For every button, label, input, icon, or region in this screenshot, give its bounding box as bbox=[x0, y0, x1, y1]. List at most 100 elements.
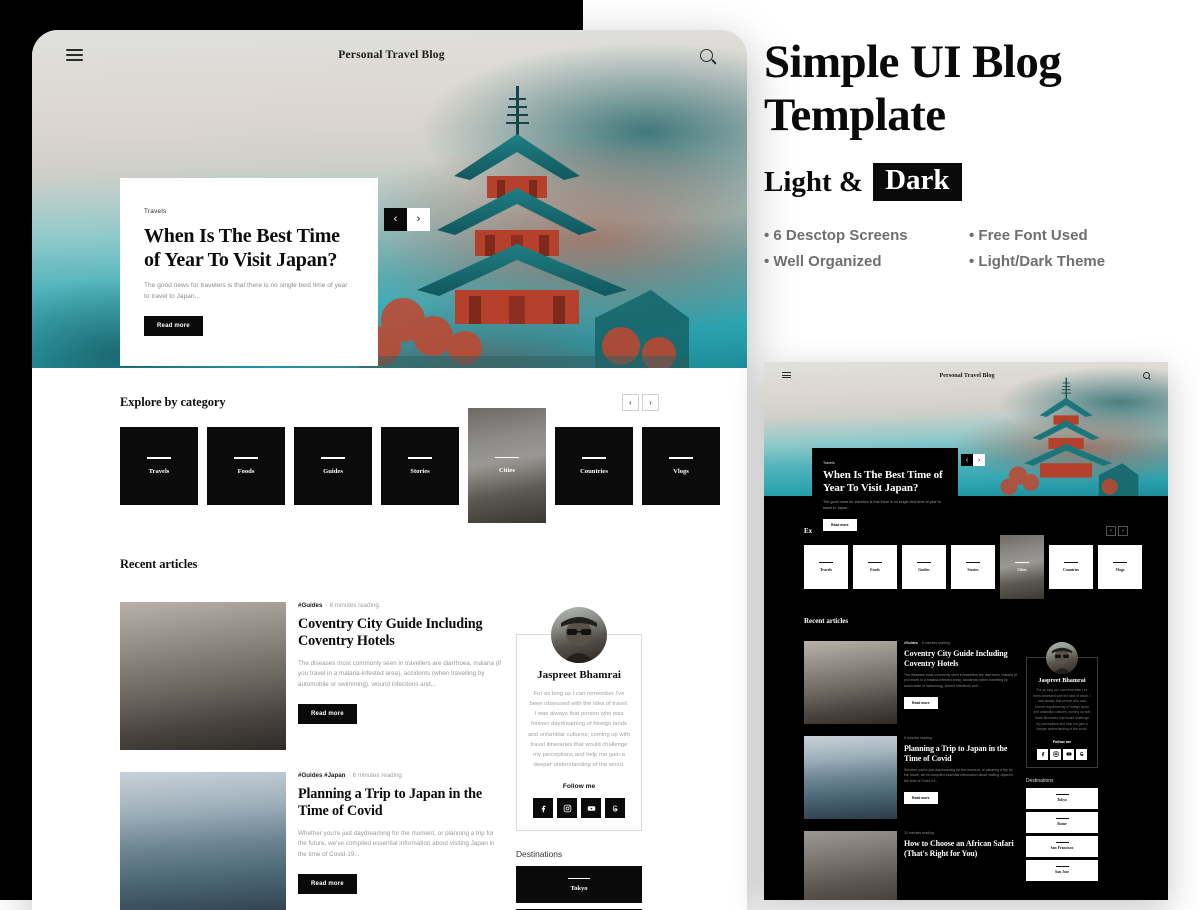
category-prev-button[interactable]: ‹ bbox=[622, 394, 639, 411]
dark-category-list: Travels Foods Guides Stories Cities Coun… bbox=[804, 545, 1128, 599]
category-tile-vlogs[interactable]: Vlogs bbox=[642, 427, 720, 505]
category-label: Guides bbox=[323, 468, 343, 475]
follow-me-label: Follow me bbox=[1033, 740, 1091, 744]
hero-next-button[interactable]: › bbox=[407, 208, 430, 231]
category-header: Explore by category ‹ › bbox=[120, 394, 659, 411]
category-arrows: ‹ › bbox=[1106, 526, 1128, 536]
hero-section: Personal Travel Blog bbox=[32, 30, 747, 368]
category-next-button[interactable]: › bbox=[642, 394, 659, 411]
tile-divider bbox=[568, 878, 590, 880]
hero-prev-button[interactable]: ‹ bbox=[384, 208, 407, 231]
article-read-more-button[interactable]: Read more bbox=[298, 874, 357, 894]
article-description: The diseases most commonly seen in trave… bbox=[904, 673, 1018, 690]
search-icon[interactable] bbox=[700, 49, 713, 62]
category-tile-guides[interactable]: Guides bbox=[902, 545, 946, 589]
threads-icon[interactable] bbox=[1076, 749, 1087, 760]
category-list: Travels Foods Guides Stories Cities Coun… bbox=[120, 427, 659, 523]
article-reading-time: 6 minutes reading bbox=[353, 772, 402, 779]
category-tile-stories[interactable]: Stories bbox=[951, 545, 995, 589]
article-title: Coventry City Guide Including Coventry H… bbox=[298, 616, 502, 651]
hamburger-icon[interactable] bbox=[782, 370, 791, 380]
article-row[interactable]: #Guides · 8 minutes reading Coventry Cit… bbox=[804, 641, 1018, 724]
hero-read-more-button[interactable]: Read more bbox=[823, 519, 857, 531]
dark-theme-mockup: Personal Travel Blog Travels When Is Th bbox=[764, 362, 1168, 900]
destination-label: Tokyo bbox=[570, 885, 587, 892]
destinations-heading: Destinations bbox=[516, 849, 642, 859]
promo-title: Simple UI Blog Template bbox=[764, 36, 1184, 141]
category-next-button[interactable]: › bbox=[1118, 526, 1128, 536]
search-icon[interactable] bbox=[1143, 372, 1150, 379]
article-row[interactable]: 6 minutes reading Planning a Trip to Jap… bbox=[804, 736, 1018, 819]
social-links bbox=[528, 798, 630, 818]
category-tile-countries[interactable]: Countries bbox=[1049, 545, 1093, 589]
category-label: Vlogs bbox=[1115, 568, 1124, 572]
articles-heading: Recent articles bbox=[804, 617, 1128, 625]
destination-item-tokyo[interactable]: Tokyo bbox=[1026, 788, 1098, 809]
tile-divider bbox=[669, 457, 693, 459]
dark-sidebar: Jaspreet Bhamrai For as long as I can re… bbox=[1026, 641, 1098, 900]
article-title: Planning a Trip to Japan in the Time of … bbox=[904, 744, 1018, 764]
hero-eyebrow: Travels bbox=[823, 461, 947, 465]
category-tile-cities[interactable]: Cities bbox=[468, 408, 546, 523]
article-read-more-button[interactable]: Read more bbox=[298, 704, 357, 724]
youtube-icon[interactable] bbox=[1063, 749, 1074, 760]
category-tile-countries[interactable]: Countries bbox=[555, 427, 633, 505]
site-header: Personal Travel Blog bbox=[32, 30, 747, 80]
hero-read-more-button[interactable]: Read more bbox=[144, 316, 203, 336]
category-tile-foods[interactable]: Foods bbox=[207, 427, 285, 505]
category-tile-travels[interactable]: Travels bbox=[804, 545, 848, 589]
tile-divider bbox=[321, 457, 345, 459]
article-meta: #Guides · 8 minutes reading bbox=[298, 602, 502, 609]
category-label: Cities bbox=[1017, 568, 1026, 572]
facebook-icon[interactable] bbox=[1037, 749, 1048, 760]
article-meta: 6 minutes reading bbox=[904, 736, 1018, 740]
dark-hero-carousel-arrows: ‹ › bbox=[961, 454, 985, 466]
hero-next-button[interactable]: › bbox=[973, 454, 985, 466]
destination-item-rome[interactable]: Rome bbox=[1026, 812, 1098, 833]
category-tile-guides[interactable]: Guides bbox=[294, 427, 372, 505]
article-row[interactable]: #Guides · 8 minutes reading Coventry Cit… bbox=[120, 602, 502, 750]
feature-item: • Light/Dark Theme bbox=[969, 253, 1184, 270]
destination-item-san-jose[interactable]: San Jose bbox=[1026, 860, 1098, 881]
category-label: Countries bbox=[580, 468, 608, 475]
category-label: Vlogs bbox=[673, 468, 689, 475]
destination-item-san-francisco[interactable]: San Francisco bbox=[1026, 836, 1098, 857]
hero-prev-button[interactable]: ‹ bbox=[961, 454, 973, 466]
category-tile-travels[interactable]: Travels bbox=[120, 427, 198, 505]
hero-description: The good news for travelers is that ther… bbox=[823, 500, 947, 512]
article-tags: #Guides #Japan bbox=[298, 772, 345, 779]
destination-item-tokyo[interactable]: Tokyo bbox=[516, 866, 642, 903]
tile-divider bbox=[819, 562, 833, 563]
article-read-more-button[interactable]: Read more bbox=[904, 792, 938, 804]
article-thumbnail bbox=[804, 831, 897, 900]
category-tile-stories[interactable]: Stories bbox=[381, 427, 459, 505]
author-bio: For as long as I can remember I've been … bbox=[1033, 688, 1091, 733]
category-label: Countries bbox=[1063, 568, 1079, 572]
category-heading: Explore by category bbox=[120, 395, 226, 410]
article-row[interactable]: #Guides #Japan · 6 minutes reading Plann… bbox=[120, 772, 502, 910]
instagram-icon[interactable] bbox=[557, 798, 577, 818]
promo-block: Simple UI Blog Template Light & Dark • 6… bbox=[764, 36, 1184, 270]
tile-divider bbox=[234, 457, 258, 459]
category-label: Foods bbox=[870, 568, 880, 572]
category-tile-cities[interactable]: Cities bbox=[1000, 535, 1044, 599]
category-tile-foods[interactable]: Foods bbox=[853, 545, 897, 589]
dark-article-list: #Guides · 8 minutes reading Coventry Cit… bbox=[804, 641, 1018, 900]
instagram-icon[interactable] bbox=[1050, 749, 1061, 760]
category-prev-button[interactable]: ‹ bbox=[1106, 526, 1116, 536]
tile-divider bbox=[1056, 866, 1069, 867]
article-thumbnail bbox=[120, 602, 286, 750]
youtube-icon[interactable] bbox=[581, 798, 601, 818]
article-reading-time: 8 minutes reading bbox=[330, 602, 379, 609]
article-row[interactable]: 10 minutes reading How to Choose an Afri… bbox=[804, 831, 1018, 900]
tile-divider bbox=[966, 562, 980, 563]
follow-me-label: Follow me bbox=[528, 783, 630, 790]
threads-icon[interactable] bbox=[605, 798, 625, 818]
category-arrows: ‹ › bbox=[622, 394, 659, 411]
article-thumbnail bbox=[804, 736, 897, 819]
hamburger-icon[interactable] bbox=[66, 46, 83, 64]
category-tile-vlogs[interactable]: Vlogs bbox=[1098, 545, 1142, 589]
facebook-icon[interactable] bbox=[533, 798, 553, 818]
hero-carousel-arrows: ‹ › bbox=[384, 208, 430, 231]
article-read-more-button[interactable]: Read more bbox=[904, 697, 938, 709]
